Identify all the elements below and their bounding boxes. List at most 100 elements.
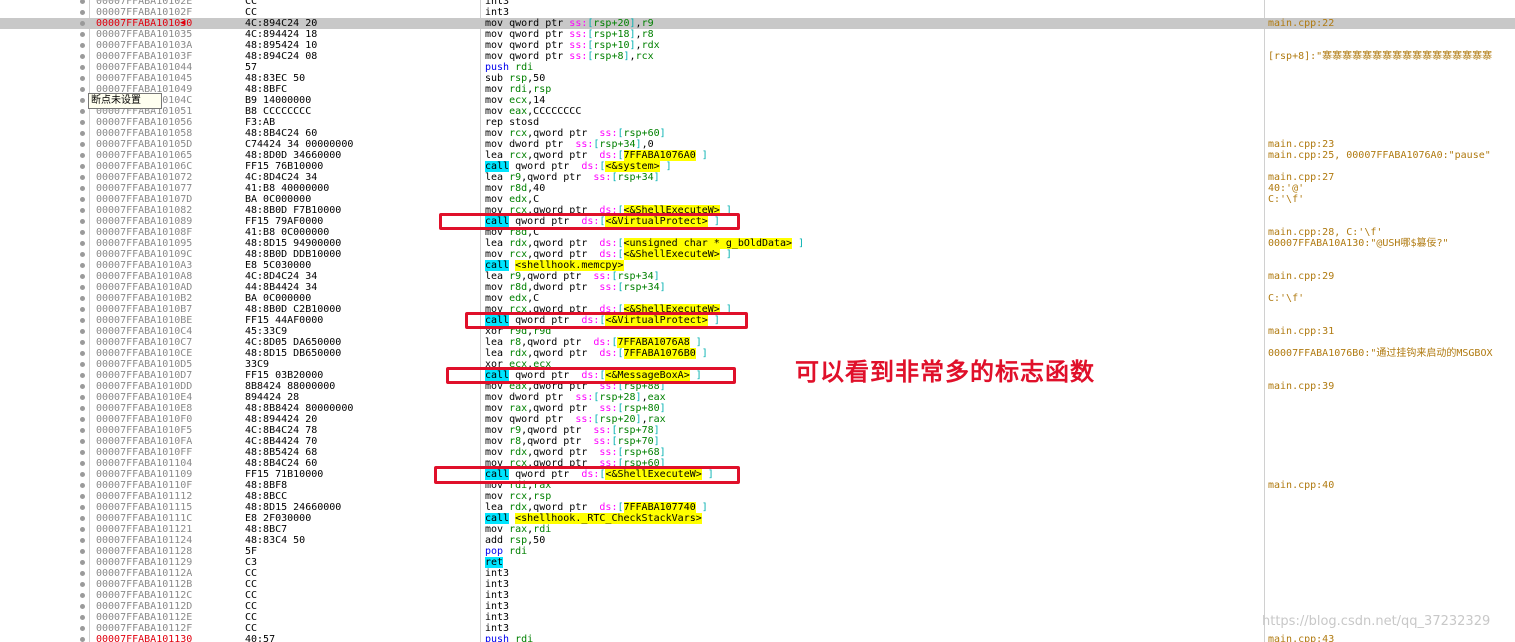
breakpoint-gutter[interactable] xyxy=(0,293,88,304)
breakpoint-dot-icon[interactable] xyxy=(80,604,85,609)
breakpoint-gutter[interactable] xyxy=(0,183,88,194)
breakpoint-gutter[interactable] xyxy=(0,150,88,161)
breakpoint-dot-icon[interactable] xyxy=(80,318,85,323)
disasm-row[interactable]: 00007FFABA10108F 41:B8 0C000000 mov r8d,C m… xyxy=(0,227,1515,238)
breakpoint-dot-icon[interactable] xyxy=(80,516,85,521)
disasm-row[interactable]: 00007FFABA10109C 48:8B0D DDB10000 mov rcx,… xyxy=(0,249,1515,260)
breakpoint-dot-icon[interactable] xyxy=(80,329,85,334)
disasm-row[interactable]: 00007FFABA101124 48:83C4 50 add rsp,50 xyxy=(0,535,1515,546)
breakpoint-dot-icon[interactable] xyxy=(80,164,85,169)
breakpoint-gutter[interactable] xyxy=(0,40,88,51)
breakpoint-gutter[interactable] xyxy=(0,579,88,590)
breakpoint-dot-icon[interactable] xyxy=(80,549,85,554)
breakpoint-gutter[interactable] xyxy=(0,7,88,18)
breakpoint-dot-icon[interactable] xyxy=(80,230,85,235)
instruction-token[interactable]: <shellhook._RTC_CheckStackVars> xyxy=(515,513,702,524)
breakpoint-gutter[interactable] xyxy=(0,51,88,62)
breakpoint-gutter[interactable] xyxy=(0,524,88,535)
instruction-token[interactable]: <unsigned char * g_bOldData> xyxy=(623,238,793,249)
disasm-row[interactable]: 00007FFABA101035 4C:894424 18 mov qword pt… xyxy=(0,29,1515,40)
breakpoint-dot-icon[interactable] xyxy=(80,395,85,400)
breakpoint-dot-icon[interactable] xyxy=(80,65,85,70)
disasm-row[interactable]: 00007FFABA101130 40:57 push rdi main.cpp:43 xyxy=(0,634,1515,642)
breakpoint-dot-icon[interactable] xyxy=(80,494,85,499)
breakpoint-gutter[interactable] xyxy=(0,502,88,513)
instruction-token[interactable]: <&ShellExecuteW> xyxy=(623,249,720,260)
breakpoint-dot-icon[interactable] xyxy=(80,263,85,268)
disasm-row[interactable]: 00007FFABA1010FA 4C:8B4424 70 mov r8,qword… xyxy=(0,436,1515,447)
breakpoint-dot-icon[interactable] xyxy=(80,593,85,598)
breakpoint-dot-icon[interactable] xyxy=(80,87,85,92)
breakpoint-gutter[interactable] xyxy=(0,0,88,7)
breakpoint-gutter[interactable] xyxy=(0,271,88,282)
breakpoint-gutter[interactable] xyxy=(0,491,88,502)
breakpoint-dot-icon[interactable] xyxy=(80,626,85,631)
breakpoint-dot-icon[interactable] xyxy=(80,0,85,4)
breakpoint-dot-icon[interactable] xyxy=(80,340,85,345)
disasm-row[interactable]: 00007FFABA1010D7 FF15 03B20000 call qword … xyxy=(0,370,1515,381)
breakpoint-dot-icon[interactable] xyxy=(80,54,85,59)
disasm-row[interactable]: 00007FFABA101056 F3:AB rep stosd xyxy=(0,117,1515,128)
breakpoint-dot-icon[interactable] xyxy=(80,538,85,543)
disasm-row[interactable]: 00007FFABA101082 48:8B0D F7B10000 mov rcx,… xyxy=(0,205,1515,216)
breakpoint-dot-icon[interactable] xyxy=(80,439,85,444)
breakpoint-gutter[interactable] xyxy=(0,480,88,491)
breakpoint-dot-icon[interactable] xyxy=(80,362,85,367)
disasm-row[interactable]: 00007FFABA101115 48:8D15 24660000 lea rdx,… xyxy=(0,502,1515,513)
breakpoint-gutter[interactable] xyxy=(0,381,88,392)
breakpoint-dot-icon[interactable] xyxy=(80,560,85,565)
breakpoint-gutter[interactable] xyxy=(0,392,88,403)
breakpoint-dot-icon[interactable] xyxy=(80,186,85,191)
breakpoint-gutter[interactable] xyxy=(0,469,88,480)
breakpoint-gutter[interactable] xyxy=(0,568,88,579)
disasm-row[interactable]: 00007FFABA10107D BA 0C000000 mov edx,C C:'\… xyxy=(0,194,1515,205)
breakpoint-dot-icon[interactable] xyxy=(80,373,85,378)
disasm-row[interactable]: 00007FFABA1010A3 E8 5C030000 call <shellho… xyxy=(0,260,1515,271)
breakpoint-dot-icon[interactable] xyxy=(80,219,85,224)
disasm-row[interactable]: 00007FFABA10112A CC int3 xyxy=(0,568,1515,579)
disasm-row[interactable]: 00007FFABA101129 C3 ret xyxy=(0,557,1515,568)
disasm-row[interactable]: 00007FFABA1010E8 48:8B8424 80000000 mov ra… xyxy=(0,403,1515,414)
disasm-row[interactable]: 00007FFABA10102E CC int3 xyxy=(0,0,1515,7)
breakpoint-dot-icon[interactable] xyxy=(80,153,85,158)
disasm-row[interactable]: 00007FFABA1010C7 4C:8D05 DA650000 lea r8,q… xyxy=(0,337,1515,348)
breakpoint-gutter[interactable] xyxy=(0,84,88,95)
breakpoint-dot-icon[interactable] xyxy=(80,21,85,26)
instruction-token[interactable]: 7FFABA1076B0 xyxy=(623,348,696,359)
disasm-row[interactable]: 00007FFABA101095 48:8D15 94900000 lea rdx,… xyxy=(0,238,1515,249)
breakpoint-gutter[interactable] xyxy=(0,238,88,249)
breakpoint-dot-icon[interactable] xyxy=(80,450,85,455)
breakpoint-gutter[interactable] xyxy=(0,612,88,623)
breakpoint-dot-icon[interactable] xyxy=(80,351,85,356)
breakpoint-dot-icon[interactable] xyxy=(80,307,85,312)
breakpoint-dot-icon[interactable] xyxy=(80,527,85,532)
breakpoint-dot-icon[interactable] xyxy=(80,32,85,37)
breakpoint-dot-icon[interactable] xyxy=(80,43,85,48)
disasm-row[interactable]: 00007FFABA101121 48:8BC7 mov rax,rdi xyxy=(0,524,1515,535)
disasm-row[interactable]: 00007FFABA10111C E8 2F030000 call <shellho… xyxy=(0,513,1515,524)
breakpoint-dot-icon[interactable] xyxy=(80,296,85,301)
disasm-row[interactable]: 00007FFABA10105D C74424 34 00000000 mov dw… xyxy=(0,139,1515,150)
disasm-row[interactable]: 00007FFABA10103F 48:894C24 08 mov qword pt… xyxy=(0,51,1515,62)
breakpoint-gutter[interactable] xyxy=(0,29,88,40)
disasm-row[interactable]: 00007FFABA1010E4 894424 28 mov dword ptr s… xyxy=(0,392,1515,403)
breakpoint-gutter[interactable] xyxy=(0,370,88,381)
breakpoint-gutter[interactable] xyxy=(0,326,88,337)
breakpoint-dot-icon[interactable] xyxy=(80,571,85,576)
breakpoint-dot-icon[interactable] xyxy=(80,208,85,213)
breakpoint-gutter[interactable] xyxy=(0,436,88,447)
breakpoint-gutter[interactable] xyxy=(0,337,88,348)
breakpoint-dot-icon[interactable] xyxy=(80,252,85,257)
breakpoint-dot-icon[interactable] xyxy=(80,406,85,411)
disasm-row[interactable]: 00007FFABA101112 48:8BCC mov rcx,rsp xyxy=(0,491,1515,502)
breakpoint-gutter[interactable] xyxy=(0,73,88,84)
breakpoint-dot-icon[interactable] xyxy=(80,417,85,422)
disasm-row[interactable]: 00007FFABA10103A 48:895424 10 mov qword pt… xyxy=(0,40,1515,51)
disasm-row[interactable]: 00007FFABA1010BE FF15 44AF0000 call qword … xyxy=(0,315,1515,326)
disasm-row[interactable]: 00007FFABA101104 48:8B4C24 60 mov rcx,qwor… xyxy=(0,458,1515,469)
disasm-row[interactable]: 00007FFABA10112D CC int3 xyxy=(0,601,1515,612)
breakpoint-gutter[interactable] xyxy=(0,535,88,546)
breakpoint-gutter[interactable] xyxy=(0,304,88,315)
disasm-row[interactable]: 00007FFABA101077 41:B8 40000000 mov r8d,40… xyxy=(0,183,1515,194)
instruction-token[interactable]: 7FFABA1076A8 xyxy=(617,337,690,348)
